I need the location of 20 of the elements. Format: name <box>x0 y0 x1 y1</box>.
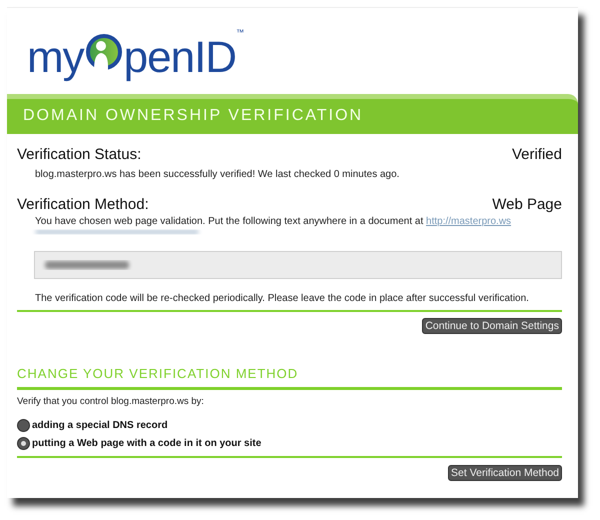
option-label: putting a Web page with a code in it on your site <box>32 438 262 449</box>
method-instructions: You have chosen web page validation. Put the following text anywhere in a document at http://masterpro.ws <box>34 216 512 227</box>
logo-text: penID <box>124 36 236 80</box>
status-value: Verified <box>512 146 562 163</box>
method-value: Web Page <box>492 196 562 213</box>
trademark-mark: ™ <box>236 28 244 37</box>
set-method-button[interactable]: Set Verification Method <box>448 465 562 481</box>
continue-button[interactable]: Continue to Domain Settings <box>422 318 562 334</box>
radio-button[interactable] <box>17 437 30 450</box>
prompt-text: Verify that you control blog.masterpro.ws by: <box>17 396 205 407</box>
status-label: Verification Status: <box>17 146 142 163</box>
option-label: adding a special DNS record <box>32 420 168 431</box>
section-heading: CHANGE YOUR VERIFICATION METHOD <box>17 366 300 381</box>
code-field[interactable] <box>34 251 562 279</box>
recheck-note: The verification code will be re-checked periodically. Please leave the code in place after successful verification. <box>34 293 530 304</box>
radio-button[interactable] <box>17 419 30 432</box>
logo-text: my <box>27 36 84 80</box>
method-label: Verification Method: <box>17 196 149 213</box>
status-message: blog.masterpro.ws has been successfully verified! We last checked 0 minutes ago. <box>34 169 400 180</box>
section-banner: DOMAIN OWNERSHIP VERIFICATION <box>7 94 578 134</box>
